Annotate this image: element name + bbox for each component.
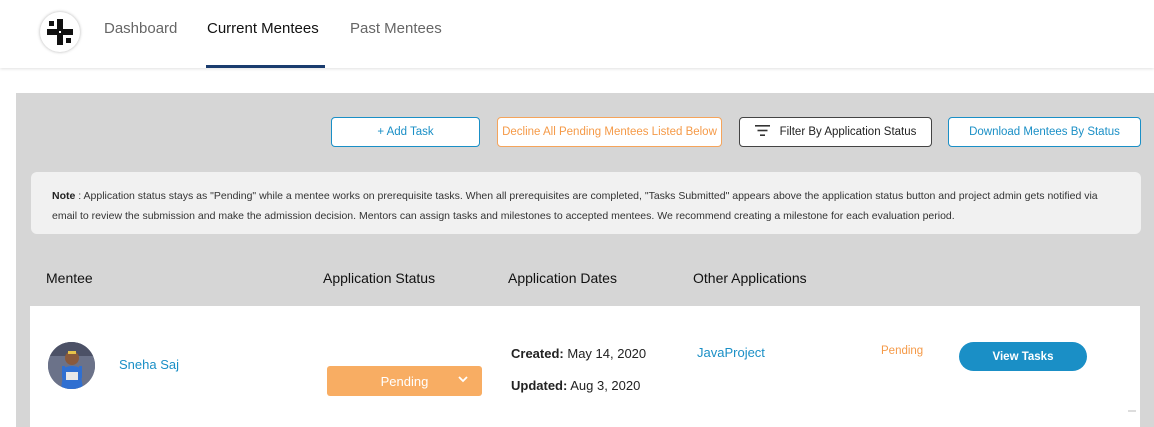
updated-value: Aug 3, 2020	[567, 378, 641, 393]
note-label: Note	[52, 190, 76, 202]
application-status-dropdown[interactable]: Pending	[327, 366, 482, 396]
filter-button-label: Filter By Application Status	[779, 126, 917, 138]
add-task-button[interactable]: + Add Task	[331, 117, 480, 147]
decline-all-pending-button[interactable]: Decline All Pending Mentees Listed Below	[497, 117, 722, 147]
created-date: Created: May 14, 2020	[511, 346, 646, 361]
column-header-application-status: Application Status	[323, 270, 436, 286]
info-note: Note : Application status stays as "Pend…	[31, 172, 1141, 234]
top-nav-bar: Dashboard Current Mentees Past Mentees	[0, 0, 1154, 68]
filter-lines-icon	[754, 125, 770, 139]
chevron-down-icon	[457, 373, 469, 388]
created-label: Created:	[511, 346, 564, 361]
status-dropdown-value: Pending	[380, 373, 429, 389]
created-value: May 14, 2020	[563, 346, 647, 361]
tab-dashboard[interactable]: Dashboard	[104, 20, 177, 37]
active-tab-indicator	[206, 65, 325, 68]
view-tasks-button[interactable]: View Tasks	[959, 342, 1087, 371]
mentees-panel: + Add Task Decline All Pending Mentees L…	[16, 93, 1154, 427]
other-application-status: Pending	[881, 345, 924, 357]
scroll-indicator	[1128, 410, 1136, 412]
updated-label: Updated:	[511, 378, 568, 393]
filter-by-status-button[interactable]: Filter By Application Status	[739, 117, 932, 147]
download-mentees-button[interactable]: Download Mentees By Status	[948, 117, 1141, 147]
table-row: Sneha Saj Pending Created: May 14, 2020 …	[30, 306, 1140, 427]
note-text: : Application status stays as "Pending" …	[52, 190, 1098, 222]
updated-date: Updated: Aug 3, 2020	[511, 378, 640, 393]
app-logo[interactable]	[40, 12, 80, 52]
column-header-other-applications: Other Applications	[693, 270, 807, 286]
column-header-mentee: Mentee	[46, 270, 93, 286]
avatar	[48, 342, 95, 389]
tab-current-mentees[interactable]: Current Mentees	[207, 20, 319, 37]
table-header: Mentee Application Status Application Da…	[30, 250, 1140, 306]
cross-logo-icon	[47, 19, 73, 45]
other-application-link[interactable]: JavaProject	[697, 345, 765, 360]
mentee-name-link[interactable]: Sneha Saj	[119, 357, 179, 372]
tab-past-mentees[interactable]: Past Mentees	[350, 20, 442, 37]
column-header-application-dates: Application Dates	[508, 270, 617, 286]
